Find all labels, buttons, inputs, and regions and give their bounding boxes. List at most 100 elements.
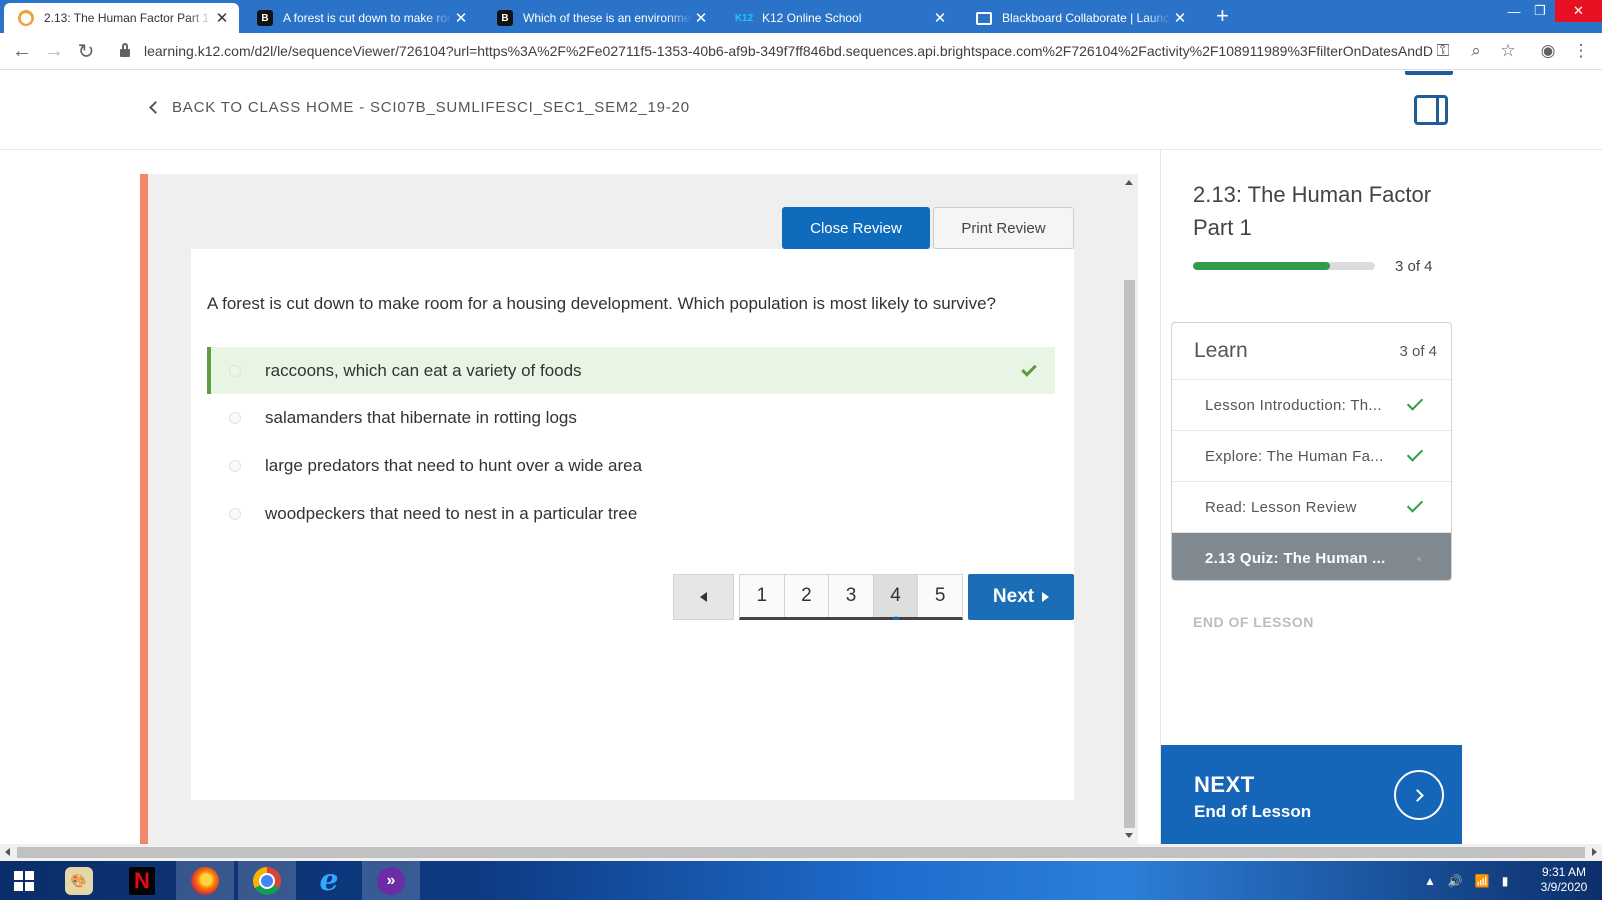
system-tray: ▲ 🔊 📶 ▮ bbox=[1424, 861, 1520, 900]
page-4-button[interactable]: 4 bbox=[873, 575, 919, 620]
learn-item-label: Read: Lesson Review bbox=[1205, 498, 1357, 516]
answer-choice[interactable]: woodpeckers that need to nest in a parti… bbox=[207, 490, 1055, 537]
browser-toolbar: ← → ↻ learning.k12.com/d2l/le/sequenceVi… bbox=[0, 33, 1602, 70]
chrome-icon bbox=[253, 866, 281, 895]
browser-tab[interactable]: K12 K12 Online School ✕ bbox=[722, 3, 957, 33]
internet-explorer-icon: e bbox=[319, 863, 339, 898]
collaborate-favicon-icon bbox=[976, 11, 992, 25]
next-activity-button[interactable]: NEXT End of Lesson bbox=[1161, 745, 1462, 844]
question-card: A forest is cut down to make room for a … bbox=[191, 249, 1074, 800]
panel-toggle-icon[interactable] bbox=[1414, 95, 1448, 125]
chevron-right-circle-icon bbox=[1394, 770, 1444, 820]
scroll-thumb[interactable] bbox=[1124, 280, 1135, 828]
scroll-down-icon[interactable] bbox=[1125, 833, 1133, 838]
reload-icon[interactable]: ↻ bbox=[74, 39, 98, 63]
answer-choice[interactable]: large predators that need to hunt over a… bbox=[207, 442, 1055, 489]
zoom-icon[interactable]: ⌕ bbox=[1465, 40, 1487, 62]
star-icon[interactable]: ☆ bbox=[1497, 40, 1519, 62]
page-3-button[interactable]: 3 bbox=[829, 575, 874, 617]
page-horizontal-scrollbar[interactable] bbox=[0, 844, 1602, 861]
lesson-sidebar: 2.13: The Human Factor Part 1 3 of 4 Lea… bbox=[1160, 150, 1462, 844]
scroll-up-icon[interactable] bbox=[1125, 180, 1133, 185]
forward-arrow-icon[interactable]: → bbox=[42, 39, 66, 63]
k12-favicon-icon: ⬤ bbox=[18, 10, 34, 26]
browser-tab-active[interactable]: ⬤ 2.13: The Human Factor Part 1 - SCI07B… bbox=[4, 3, 239, 33]
tab-title: K12 Online School bbox=[762, 11, 862, 25]
account-icon[interactable]: ◉ bbox=[1537, 40, 1559, 62]
triangle-right-icon bbox=[1042, 592, 1050, 602]
previous-page-button[interactable] bbox=[673, 574, 734, 620]
volume-icon[interactable]: 🔊 bbox=[1448, 874, 1463, 888]
b-favicon-icon: B bbox=[497, 10, 513, 26]
tab-close-icon[interactable]: ✕ bbox=[213, 11, 231, 26]
clock-time: 9:31 AM bbox=[1541, 865, 1587, 879]
browser-tab-strip: ⬤ 2.13: The Human Factor Part 1 - SCI07B… bbox=[0, 0, 1602, 33]
radio-button[interactable] bbox=[229, 411, 241, 424]
radio-button[interactable] bbox=[229, 507, 241, 520]
page-header: BACK TO CLASS HOME - SCI07B_SUMLIFESCI_S… bbox=[0, 71, 1602, 150]
minimize-icon[interactable]: — bbox=[1500, 0, 1528, 22]
page-2-button[interactable]: 2 bbox=[784, 575, 830, 617]
clock-date: 3/9/2020 bbox=[1540, 880, 1588, 894]
learn-header[interactable]: Learn 3 of 4 bbox=[1172, 323, 1451, 380]
tab-close-icon[interactable]: ✕ bbox=[452, 11, 470, 26]
address-bar[interactable]: learning.k12.com/d2l/le/sequenceViewer/7… bbox=[108, 37, 1488, 65]
learn-module: Learn 3 of 4 Lesson Introduction: Th... … bbox=[1171, 322, 1452, 581]
learn-count: 3 of 4 bbox=[1399, 342, 1437, 360]
close-review-button[interactable]: Close Review bbox=[782, 207, 930, 249]
netflix-icon: N bbox=[129, 866, 155, 895]
scroll-left-icon[interactable] bbox=[5, 848, 10, 856]
taskbar-internet-explorer[interactable]: e bbox=[300, 861, 358, 900]
progress-label: 3 of 4 bbox=[1395, 258, 1433, 275]
next-page-button[interactable]: Next bbox=[968, 574, 1074, 620]
learn-item-read[interactable]: Read: Lesson Review bbox=[1172, 482, 1451, 533]
scroll-thumb[interactable] bbox=[17, 847, 1585, 858]
start-button[interactable] bbox=[0, 861, 48, 900]
learn-item-quiz[interactable]: 2.13 Quiz: The Human ... bbox=[1172, 533, 1451, 580]
taskbar-firefox[interactable] bbox=[176, 861, 234, 900]
answer-choice[interactable]: salamanders that hibernate in rotting lo… bbox=[207, 394, 1055, 441]
tab-title: Blackboard Collaborate | Launch bbox=[1002, 11, 1171, 25]
tab-title: A forest is cut down to make room for a … bbox=[283, 11, 452, 25]
scroll-right-icon[interactable] bbox=[1592, 848, 1597, 856]
signal-icon[interactable]: 📶 bbox=[1475, 874, 1490, 888]
back-to-class-link[interactable]: BACK TO CLASS HOME - SCI07B_SUMLIFESCI_S… bbox=[149, 99, 690, 116]
question-text: A forest is cut down to make room for a … bbox=[207, 294, 996, 313]
windows-taskbar: 🎨 N e » ▲ 🔊 📶 ▮ 9:31 AM 3/9/2020 bbox=[0, 861, 1602, 900]
browser-tab[interactable]: B Which of these is an environmental ✕ bbox=[483, 3, 718, 33]
browser-tab[interactable]: B A forest is cut down to make room for … bbox=[243, 3, 478, 33]
taskbar-clock[interactable]: 9:31 AM 3/9/2020 bbox=[1530, 865, 1598, 895]
radio-button[interactable] bbox=[229, 459, 241, 472]
url-text[interactable]: learning.k12.com/d2l/le/sequenceViewer/7… bbox=[144, 43, 1434, 59]
battery-icon[interactable]: ▮ bbox=[1502, 874, 1509, 888]
content-scrollbar[interactable] bbox=[1122, 174, 1138, 844]
taskbar-paint[interactable]: 🎨 bbox=[50, 861, 108, 900]
learn-item-introduction[interactable]: Lesson Introduction: Th... bbox=[1172, 380, 1451, 431]
back-arrow-icon[interactable]: ← bbox=[10, 39, 34, 63]
key-icon[interactable]: ⚿ bbox=[1432, 40, 1454, 62]
new-tab-icon[interactable]: + bbox=[1216, 5, 1229, 27]
restore-icon[interactable]: ❐ bbox=[1526, 0, 1554, 22]
chevron-app-icon: » bbox=[377, 866, 405, 895]
paint-icon: 🎨 bbox=[65, 866, 93, 895]
page-number-group: 1 2 3 4 5 bbox=[739, 574, 963, 620]
taskbar-netflix[interactable]: N bbox=[113, 861, 171, 900]
next-subtitle: End of Lesson bbox=[1194, 802, 1312, 821]
answer-choice-correct[interactable]: raccoons, which can eat a variety of foo… bbox=[207, 347, 1055, 394]
page-1-button[interactable]: 1 bbox=[740, 575, 785, 617]
print-review-button[interactable]: Print Review bbox=[933, 207, 1074, 249]
tray-expand-icon[interactable]: ▲ bbox=[1424, 874, 1436, 888]
radio-button[interactable] bbox=[229, 364, 241, 377]
incomplete-dot-icon bbox=[1417, 556, 1421, 561]
taskbar-app[interactable]: » bbox=[362, 861, 420, 900]
tab-close-icon[interactable]: ✕ bbox=[931, 11, 949, 26]
tab-close-icon[interactable]: ✕ bbox=[1171, 11, 1189, 26]
browser-tab[interactable]: Blackboard Collaborate | Launch ✕ bbox=[962, 3, 1197, 33]
learn-item-explore[interactable]: Explore: The Human Fa... bbox=[1172, 431, 1451, 482]
tab-close-icon[interactable]: ✕ bbox=[692, 11, 710, 26]
taskbar-chrome[interactable] bbox=[238, 861, 296, 900]
page-5-button[interactable]: 5 bbox=[918, 575, 962, 617]
menu-kebab-icon[interactable]: ⋮ bbox=[1570, 40, 1592, 62]
window-close-icon[interactable]: ✕ bbox=[1555, 0, 1602, 22]
learn-title: Learn bbox=[1194, 339, 1248, 362]
